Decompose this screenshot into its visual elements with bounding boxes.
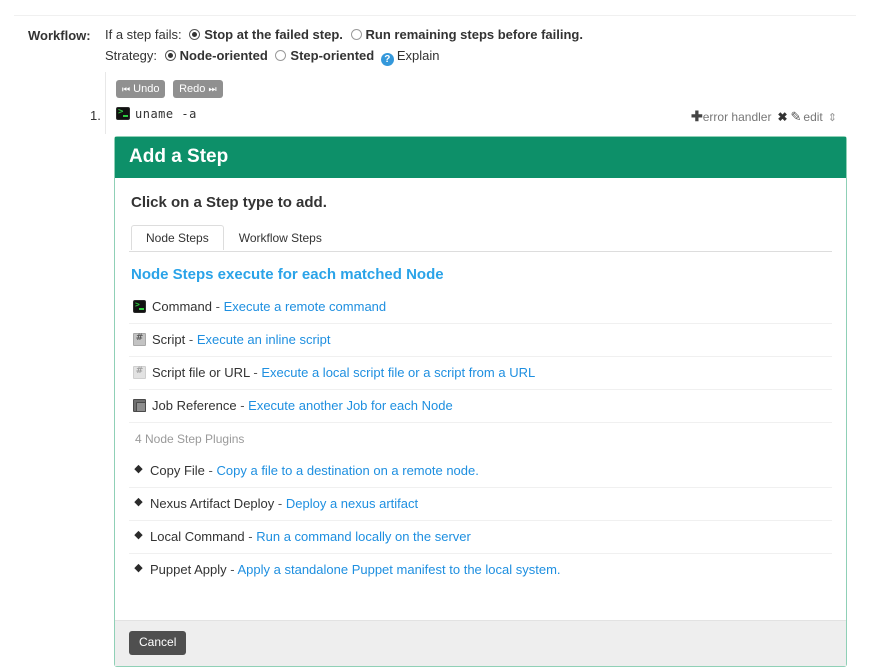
edit-step-link[interactable]: edit xyxy=(803,110,822,124)
radio-stop-at-failed-step[interactable] xyxy=(189,29,201,40)
tab-workflow-steps[interactable]: Workflow Steps xyxy=(224,225,337,250)
workflow-steps-panel: ⏮ Undo Redo ⏭ 1. uname -a ✚error handler… xyxy=(90,72,849,134)
reorder-handle-icon[interactable]: ⇕ xyxy=(828,112,837,124)
list-item-job-reference[interactable]: Job Reference - Execute another Job for … xyxy=(129,389,832,422)
dialog-footer: Cancel xyxy=(115,620,846,666)
radio-step-oriented[interactable] xyxy=(275,50,287,61)
radio-stop-at-failed-step-label[interactable]: Stop at the failed step. xyxy=(204,27,343,42)
dialog-body: Click on a Step type to add. Node Steps W… xyxy=(115,178,846,608)
cancel-button[interactable]: Cancel xyxy=(129,631,187,655)
step-type-name: Command xyxy=(152,299,212,314)
list-item-command[interactable]: Command - Execute a remote command xyxy=(129,291,832,323)
list-item-nexus-artifact-deploy[interactable]: Nexus Artifact Deploy - Deploy a nexus a… xyxy=(129,487,832,520)
workflow-field: If a step fails: Stop at the failed step… xyxy=(105,24,870,66)
step-type-description[interactable]: Execute a local script file or a script … xyxy=(261,365,535,380)
step-type-dash: - xyxy=(248,529,253,544)
dialog-intro-text: Click on a Step type to add. xyxy=(131,194,327,211)
undo-icon: ⏮ xyxy=(122,84,131,94)
step-type-description[interactable]: Execute another Job for each Node xyxy=(248,398,453,413)
plugin-step-list: Copy File - Copy a file to a destination… xyxy=(129,455,832,586)
strategy-lead: Strategy: xyxy=(105,48,158,63)
list-item-script[interactable]: Script - Execute an inline script xyxy=(129,323,832,356)
radio-node-oriented-label[interactable]: Node-oriented xyxy=(180,48,268,63)
step-type-description[interactable]: Deploy a nexus artifact xyxy=(286,496,418,511)
undo-button[interactable]: ⏮ Undo xyxy=(116,80,166,98)
step-type-dash: - xyxy=(188,332,194,347)
step-type-dash: - xyxy=(230,562,235,577)
step-type-name: Nexus Artifact Deploy xyxy=(150,496,275,511)
strategy-row: Strategy: Node-oriented Step-oriented ? E… xyxy=(105,45,850,66)
step-type-dash: - xyxy=(215,299,220,314)
step-number: 1. xyxy=(90,108,101,123)
job-reference-icon xyxy=(133,399,146,412)
plus-icon[interactable]: ✚ xyxy=(691,108,703,124)
failure-behavior-lead: If a step fails: xyxy=(105,27,182,42)
terminal-icon xyxy=(116,105,130,120)
step-actions: ✚error handler ✖ ✎ edit ⇕ xyxy=(691,108,837,125)
terminal-icon xyxy=(133,298,146,313)
dialog-tabs: Node Steps Workflow Steps xyxy=(129,225,832,252)
gem-icon xyxy=(133,496,144,510)
radio-node-oriented[interactable] xyxy=(164,50,176,61)
step-type-dash: - xyxy=(208,463,213,478)
step-type-name: Local Command xyxy=(150,529,245,544)
close-icon[interactable]: ✖ xyxy=(777,110,787,124)
redo-icon: ⏭ xyxy=(208,84,217,94)
dialog-title: Add a Step xyxy=(115,137,846,178)
step-type-dash: - xyxy=(240,398,245,413)
step-type-description[interactable]: Copy a file to a destination on a remote… xyxy=(217,463,479,478)
step-type-description[interactable]: Execute an inline script xyxy=(197,332,331,347)
failure-behavior-row: If a step fails: Stop at the failed step… xyxy=(105,24,850,45)
step-type-description[interactable]: Execute a remote command xyxy=(224,299,387,314)
gem-icon xyxy=(133,562,144,576)
node-steps-section-title: Node Steps execute for each matched Node xyxy=(131,266,444,283)
step-type-dash: - xyxy=(277,496,283,511)
redo-button-label: Redo xyxy=(179,83,206,95)
top-divider xyxy=(14,15,856,16)
add-error-handler-link[interactable]: error handler xyxy=(703,110,772,124)
script-icon xyxy=(133,332,146,346)
radio-run-remaining-steps-label[interactable]: Run remaining steps before failing. xyxy=(366,27,583,42)
builtin-step-list: Command - Execute a remote command Scrip… xyxy=(129,291,832,422)
list-item-puppet-apply[interactable]: Puppet Apply - Apply a standalone Puppet… xyxy=(129,553,832,586)
workflow-label: Workflow: xyxy=(28,28,91,43)
page-root: Workflow: If a step fails: Stop at the f… xyxy=(0,0,870,667)
explain-link[interactable]: Explain xyxy=(397,48,440,63)
script-file-icon xyxy=(133,365,146,379)
gem-icon xyxy=(133,529,144,543)
list-bottom-spacer xyxy=(129,586,832,608)
pencil-icon[interactable]: ✎ xyxy=(791,109,802,124)
question-circle-icon[interactable]: ? xyxy=(380,53,394,66)
step-type-name: Copy File xyxy=(150,463,205,478)
step-type-dash: - xyxy=(253,365,258,380)
step-type-description[interactable]: Apply a standalone Puppet manifest to th… xyxy=(238,562,561,577)
step-type-description[interactable]: Run a command locally on the server xyxy=(256,529,471,544)
workflow-step-row[interactable]: 1. uname -a ✚error handler ✖ ✎edit ⇕ xyxy=(90,102,849,134)
step-type-name: Job Reference xyxy=(152,398,237,413)
list-item-copy-file[interactable]: Copy File - Copy a file to a destination… xyxy=(129,455,832,487)
list-item-local-command[interactable]: Local Command - Run a command locally on… xyxy=(129,520,832,553)
step-type-name: Puppet Apply xyxy=(150,562,227,577)
plugins-count-heading: 4 Node Step Plugins xyxy=(129,422,832,455)
redo-button[interactable]: Redo ⏭ xyxy=(173,80,223,98)
undo-button-label: Undo xyxy=(133,83,160,95)
workflow-form-row: Workflow: If a step fails: Stop at the f… xyxy=(0,24,870,66)
gem-icon xyxy=(133,463,144,477)
radio-run-remaining-steps[interactable] xyxy=(350,29,362,40)
undo-redo-toolbar: ⏮ Undo Redo ⏭ xyxy=(106,72,849,102)
list-item-script-file-or-url[interactable]: Script file or URL - Execute a local scr… xyxy=(129,356,832,389)
step-type-name: Script file or URL xyxy=(152,365,250,380)
add-step-dialog: Add a Step Click on a Step type to add. … xyxy=(114,136,847,667)
step-command-text: uname -a xyxy=(135,107,197,121)
radio-step-oriented-label[interactable]: Step-oriented xyxy=(290,48,374,63)
step-type-name: Script xyxy=(152,332,186,347)
tab-node-steps[interactable]: Node Steps xyxy=(131,225,224,250)
